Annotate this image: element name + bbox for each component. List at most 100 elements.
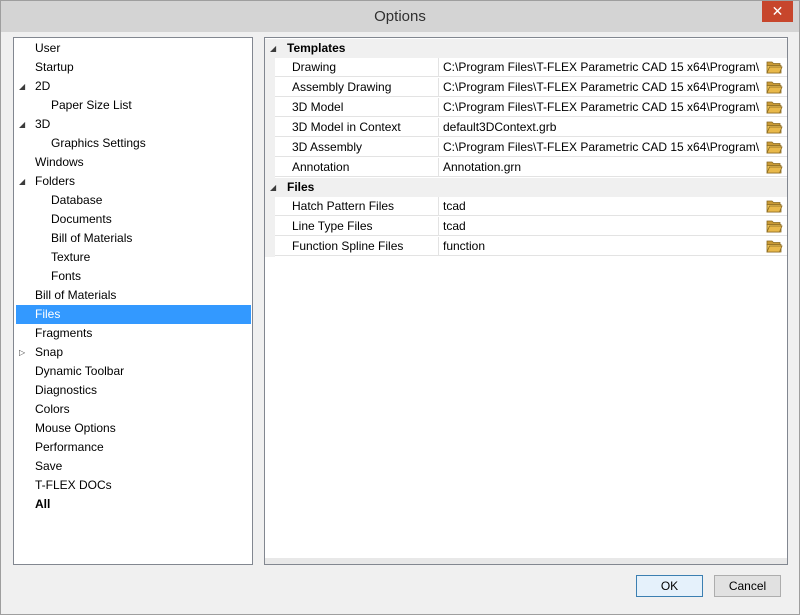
tree-item-label: Bill of Materials <box>51 231 133 245</box>
tree-item[interactable]: Fonts <box>16 267 251 286</box>
horizontal-scrollbar[interactable] <box>265 558 787 564</box>
property-row[interactable]: Annotation Annotation.grn <box>265 158 787 178</box>
tree-item[interactable]: ▷ Snap <box>16 343 251 362</box>
property-value-field[interactable]: C:\Program Files\T-FLEX Parametric CAD 1… <box>439 98 787 117</box>
tree-item-label: Database <box>51 193 103 207</box>
property-value-field[interactable]: tcad <box>439 217 787 236</box>
tree-item[interactable]: Save <box>16 457 251 476</box>
tree-item[interactable]: Files <box>16 305 251 324</box>
property-value: Annotation.grn <box>443 160 522 174</box>
property-row[interactable]: Assembly Drawing C:\Program Files\T-FLEX … <box>265 78 787 98</box>
tree-item[interactable]: Bill of Materials <box>16 286 251 305</box>
tree-item[interactable]: Dynamic Toolbar <box>16 362 251 381</box>
tree-item-label: Documents <box>51 212 112 226</box>
folder-open-icon[interactable] <box>766 60 783 74</box>
tree-item-label: Windows <box>35 155 84 169</box>
property-value: C:\Program Files\T-FLEX Parametric CAD 1… <box>443 100 759 114</box>
tree-item[interactable]: Startup <box>16 58 251 77</box>
tree-item[interactable]: ◢ 2D <box>16 77 251 96</box>
folder-open-icon[interactable] <box>766 219 783 233</box>
folder-open-icon[interactable] <box>766 140 783 154</box>
property-row[interactable]: Line Type Files tcad <box>265 217 787 237</box>
tree-item[interactable]: Mouse Options <box>16 419 251 438</box>
tree-item-label: Diagnostics <box>35 383 98 397</box>
property-value: function <box>443 239 486 253</box>
row-gutter <box>265 158 275 178</box>
property-value-field[interactable]: C:\Program Files\T-FLEX Parametric CAD 1… <box>439 58 787 77</box>
property-row[interactable]: Drawing C:\Program Files\T-FLEX Parametri… <box>265 58 787 78</box>
folder-open-icon[interactable] <box>766 160 783 174</box>
tree-item[interactable]: Documents <box>16 210 251 229</box>
folder-open-icon[interactable] <box>766 120 783 134</box>
ok-button[interactable]: OK <box>636 575 703 597</box>
tree-item[interactable]: Paper Size List <box>16 96 251 115</box>
tree-item[interactable]: ◢ 3D <box>16 115 251 134</box>
property-value: C:\Program Files\T-FLEX Parametric CAD 1… <box>443 140 759 154</box>
tree-item[interactable]: Colors <box>16 400 251 419</box>
tree-item[interactable]: ◢ Folders <box>16 172 251 191</box>
folder-open-icon[interactable] <box>766 100 783 114</box>
expand-arrow-icon[interactable]: ◢ <box>19 77 29 96</box>
tree-item[interactable]: Bill of Materials <box>16 229 251 248</box>
property-value-field[interactable]: default3DContext.grb <box>439 118 787 137</box>
expand-arrow-icon[interactable]: ◢ <box>270 178 276 197</box>
tree-item-label: All <box>35 497 51 511</box>
property-row[interactable]: Hatch Pattern Files tcad <box>265 197 787 217</box>
tree-item[interactable]: Database <box>16 191 251 210</box>
tree-item[interactable]: Performance <box>16 438 251 457</box>
category-label: Files <box>287 180 315 194</box>
tree-item-label: 2D <box>35 79 51 93</box>
tree-item[interactable]: All <box>16 495 251 514</box>
options-tree[interactable]: User Startup ◢ 2D Paper Size List ◢ 3D Graphics… <box>13 37 253 565</box>
tree-item[interactable]: Fragments <box>16 324 251 343</box>
row-gutter <box>265 237 275 257</box>
property-row[interactable]: 3D Assembly C:\Program Files\T-FLEX Param… <box>265 138 787 158</box>
row-gutter <box>265 78 275 98</box>
property-row[interactable]: 3D Model C:\Program Files\T-FLEX Parametr… <box>265 98 787 118</box>
folder-open-icon[interactable] <box>766 199 783 213</box>
tree-item-label: T-FLEX DOCs <box>35 478 112 492</box>
property-row[interactable]: Function Spline Files function <box>265 237 787 257</box>
close-icon: ✕ <box>771 3 784 19</box>
tree-item-label: Bill of Materials <box>35 288 117 302</box>
tree-item-label: Fragments <box>35 326 93 340</box>
tree-item-label: Performance <box>35 440 104 454</box>
property-name: 3D Model in Context <box>275 118 439 137</box>
category-row[interactable]: ◢ Files <box>265 178 787 197</box>
tree-item[interactable]: Texture <box>16 248 251 267</box>
tree-item[interactable]: User <box>16 39 251 58</box>
tree-item-label: Files <box>35 307 61 321</box>
tree-item[interactable]: Windows <box>16 153 251 172</box>
folder-open-icon[interactable] <box>766 239 783 253</box>
tree-item-label: Paper Size List <box>51 98 132 112</box>
row-gutter <box>265 138 275 158</box>
property-value-field[interactable]: C:\Program Files\T-FLEX Parametric CAD 1… <box>439 138 787 157</box>
category-label: Templates <box>287 41 346 55</box>
property-name: Drawing <box>275 58 439 77</box>
tree-item-label: Snap <box>35 345 64 359</box>
tree-item-label: User <box>35 41 61 55</box>
expand-arrow-icon[interactable]: ◢ <box>270 39 276 58</box>
tree-item[interactable]: Graphics Settings <box>16 134 251 153</box>
tree-item[interactable]: T-FLEX DOCs <box>16 476 251 495</box>
expand-arrow-icon[interactable]: ◢ <box>19 172 29 191</box>
tree-item-label: Folders <box>35 174 76 188</box>
property-value-field[interactable]: C:\Program Files\T-FLEX Parametric CAD 1… <box>439 78 787 97</box>
property-value: default3DContext.grb <box>443 120 557 134</box>
collapse-arrow-icon[interactable]: ▷ <box>19 343 29 362</box>
folder-open-icon[interactable] <box>766 80 783 94</box>
title-bar[interactable]: Options ✕ <box>1 1 799 32</box>
category-row[interactable]: ◢ Templates <box>265 39 787 58</box>
tree-item-label: Graphics Settings <box>51 136 146 150</box>
property-value-field[interactable]: function <box>439 237 787 256</box>
tree-item[interactable]: Diagnostics <box>16 381 251 400</box>
property-row[interactable]: 3D Model in Context default3DContext.grb <box>265 118 787 138</box>
property-value-field[interactable]: Annotation.grn <box>439 158 787 177</box>
property-value-field[interactable]: tcad <box>439 197 787 216</box>
property-name: Line Type Files <box>275 217 439 236</box>
tree-item-label: Texture <box>51 250 91 264</box>
cancel-button[interactable]: Cancel <box>714 575 781 597</box>
property-grid[interactable]: ◢ Templates Drawing C:\Program Files\T-FLEX… <box>264 37 788 565</box>
expand-arrow-icon[interactable]: ◢ <box>19 115 29 134</box>
close-button[interactable]: ✕ <box>762 1 793 22</box>
